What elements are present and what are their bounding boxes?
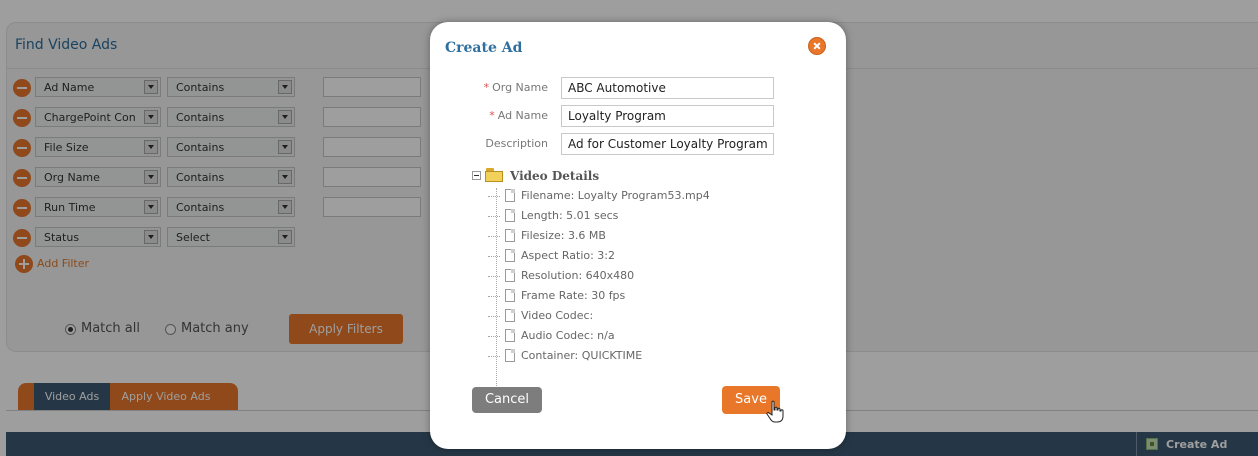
- required-marker: *: [489, 109, 495, 122]
- dialog-title: Create Ad: [445, 40, 523, 56]
- document-icon: [505, 209, 515, 222]
- collapse-icon[interactable]: [472, 171, 481, 180]
- document-icon: [505, 349, 515, 362]
- folder-open-icon: [485, 168, 505, 182]
- required-marker: *: [483, 81, 490, 94]
- document-icon: [505, 229, 515, 242]
- tree-connector: [496, 188, 497, 388]
- document-icon: [505, 329, 515, 342]
- cancel-button[interactable]: Cancel: [472, 387, 542, 413]
- hand-pointer-icon: [766, 400, 784, 423]
- document-icon: [505, 269, 515, 282]
- tree-root-label: Video Details: [510, 169, 600, 183]
- document-icon: [505, 249, 515, 262]
- org-name-input[interactable]: ABC Automotive: [561, 77, 774, 99]
- create-ad-dialog: Create Ad * Org Name ABC Automotive * Ad N…: [430, 22, 846, 449]
- org-name-row: * Org Name ABC Automotive: [430, 77, 846, 99]
- ad-name-input[interactable]: Loyalty Program: [561, 105, 774, 127]
- ad-name-row: * Ad Name Loyalty Program: [430, 105, 846, 127]
- ad-name-label: * Ad Name: [489, 109, 548, 122]
- org-name-label: * Org Name: [483, 81, 548, 94]
- document-icon: [505, 189, 515, 202]
- description-row: Description Ad for Customer Loyalty Prog…: [430, 133, 846, 155]
- close-icon[interactable]: [808, 37, 826, 55]
- description-input[interactable]: Ad for Customer Loyalty Program: [561, 133, 774, 155]
- document-icon: [505, 289, 515, 302]
- description-label: Description: [485, 137, 548, 150]
- document-icon: [505, 309, 515, 322]
